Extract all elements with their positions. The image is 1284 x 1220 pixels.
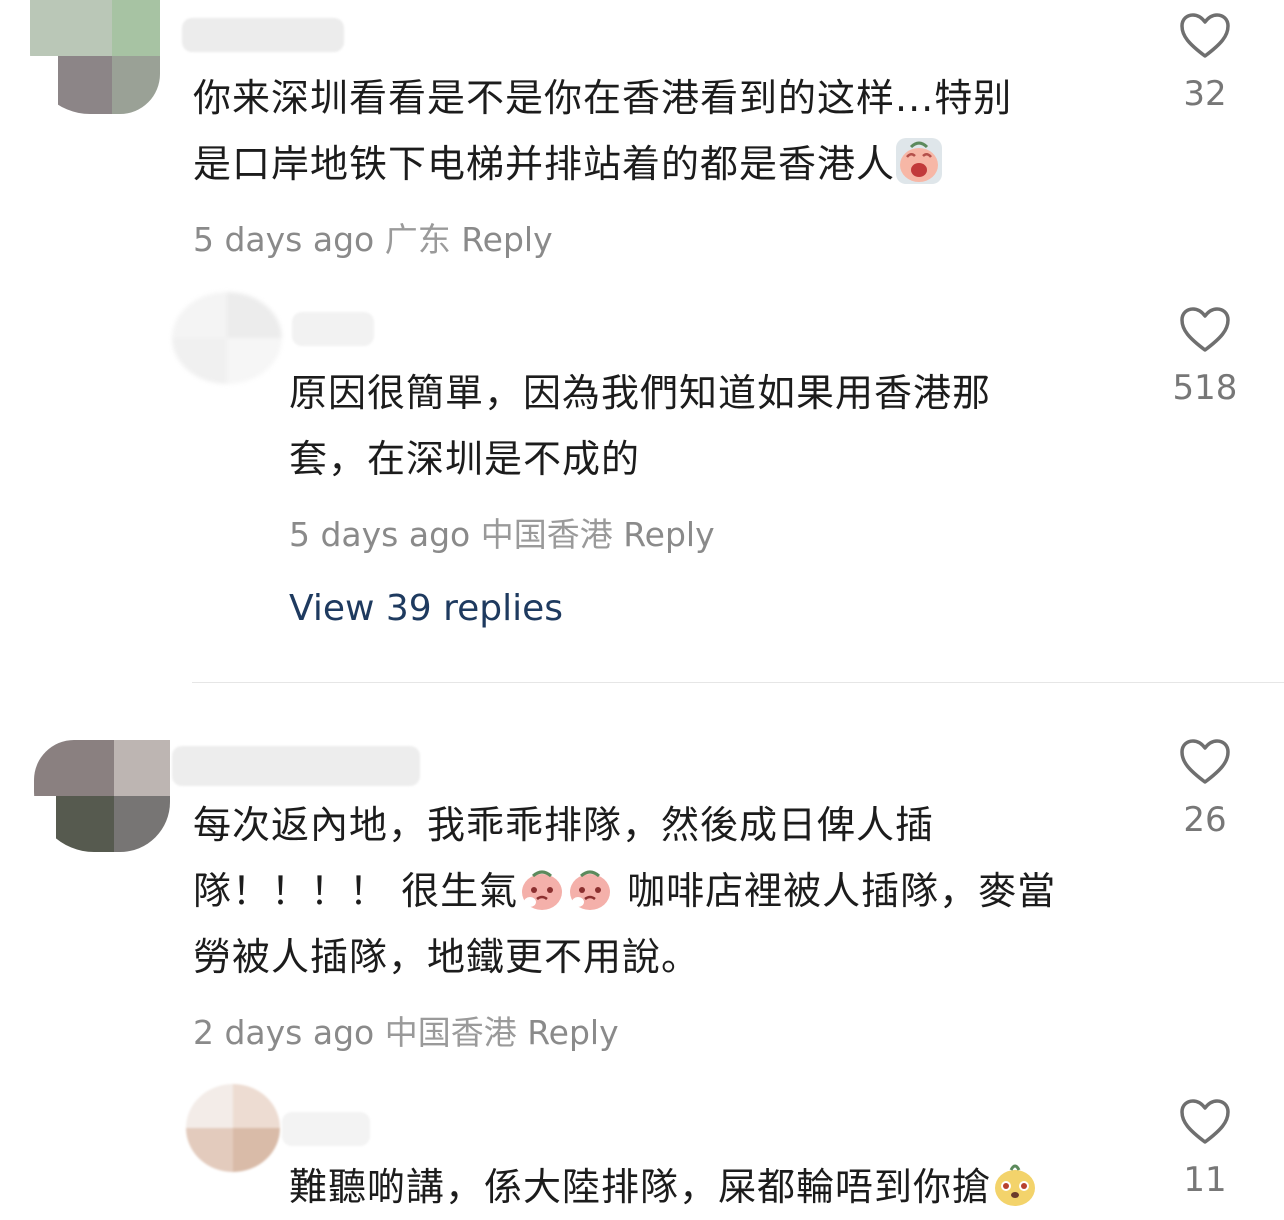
like-button[interactable]: 26 xyxy=(1150,738,1260,840)
comment-meta: 2 days ago 中国香港 Reply xyxy=(193,1006,619,1054)
avatar[interactable] xyxy=(172,292,282,384)
username-blurred[interactable] xyxy=(292,312,374,346)
heart-outline-icon xyxy=(1180,307,1230,352)
like-button[interactable]: 518 xyxy=(1150,306,1260,408)
avatar[interactable] xyxy=(34,740,170,852)
heart-outline-icon xyxy=(1180,13,1230,58)
username-blurred[interactable] xyxy=(182,18,344,52)
comment-meta: 5 days ago 中国香港 Reply xyxy=(289,508,715,556)
heart-outline-icon xyxy=(1180,1099,1230,1144)
location: 中国香港 xyxy=(384,1013,517,1052)
like-count: 32 xyxy=(1183,74,1227,114)
like-button[interactable]: 11 xyxy=(1150,1098,1260,1200)
avatar[interactable] xyxy=(186,1084,280,1172)
heart-outline-icon xyxy=(1180,739,1230,784)
comment-text: 你来深圳看看是不是你在香港看到的这样...特别 是口岸地铁下电梯并排站着的都是香… xyxy=(193,76,1013,186)
avatar[interactable] xyxy=(30,0,160,114)
sweating-face-emoji-icon xyxy=(570,870,611,910)
reply-button[interactable]: Reply xyxy=(461,220,552,259)
timestamp: 2 days ago xyxy=(193,1013,375,1052)
comment-text: 難聽啲講，係大陸排隊，屎都輪唔到你搶 xyxy=(289,1154,1129,1220)
like-count: 11 xyxy=(1183,1160,1227,1200)
like-count: 518 xyxy=(1172,368,1238,408)
like-count: 26 xyxy=(1183,800,1227,840)
comment-text: 原因很簡單，因為我們知道如果用香港那 套，在深圳是不成的 xyxy=(289,371,992,481)
timestamp: 5 days ago xyxy=(289,515,471,554)
reply-button[interactable]: Reply xyxy=(527,1013,618,1052)
smug-face-emoji-icon xyxy=(995,1164,1036,1206)
crying-face-emoji-icon xyxy=(896,138,943,184)
username-blurred[interactable] xyxy=(172,746,420,786)
reply-button[interactable]: Reply xyxy=(623,515,714,554)
timestamp: 5 days ago xyxy=(193,220,375,259)
like-button[interactable]: 32 xyxy=(1150,12,1260,114)
username-blurred[interactable] xyxy=(282,1112,370,1146)
location: 中国香港 xyxy=(480,515,613,554)
view-replies-button[interactable]: View 39 replies xyxy=(289,588,563,629)
sweating-face-emoji-icon xyxy=(522,870,563,910)
divider xyxy=(192,682,1284,683)
comment-text: 每次返內地，我乖乖排隊，然後成日俾人插 隊！！！！ 很生氣 咖啡店裡被人插隊，麥… xyxy=(193,803,1057,979)
comment-meta: 5 days ago 广东 Reply xyxy=(193,213,553,261)
location: 广东 xyxy=(384,220,451,259)
